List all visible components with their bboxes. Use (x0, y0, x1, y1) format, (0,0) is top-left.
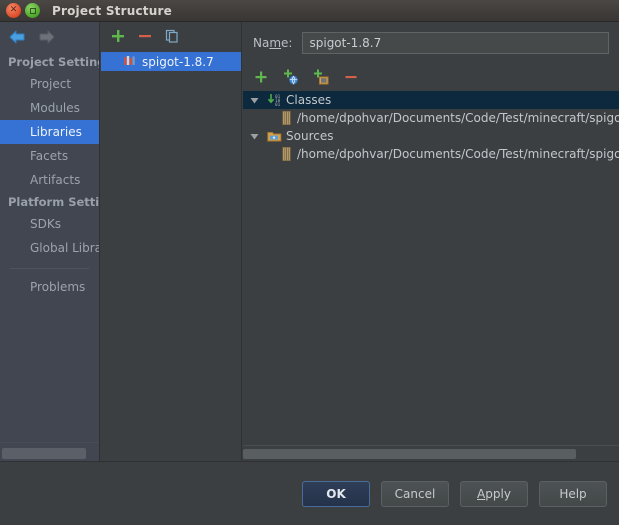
sidebar-section-project-settings: Project Settings Project Modules Librari… (0, 52, 99, 192)
maximize-button[interactable] (25, 3, 40, 18)
settings-sidebar: Project Settings Project Modules Librari… (0, 22, 100, 462)
name-row: Name: (243, 22, 619, 64)
sidebar-section-platform-settings: Platform Settings SDKs Global Libraries (0, 192, 99, 260)
window-controls: ✕ (6, 3, 40, 18)
list-item[interactable]: spigot-1.8.7 (101, 52, 241, 71)
remove-icon (345, 76, 357, 79)
sidebar-section-header-platform: Platform Settings (8, 195, 100, 209)
add-excluded-icon (314, 69, 329, 85)
library-list: spigot-1.8.7 (101, 50, 241, 71)
roots-tree: 01 10 01 Classes /home/dpohvar/Documents… (243, 90, 619, 450)
maximize-icon (29, 7, 36, 14)
tree-leaf-classes-path[interactable]: /home/dpohvar/Documents/Code/Test/minecr… (243, 109, 619, 127)
jar-icon-sources (281, 147, 292, 161)
add-root-button[interactable] (253, 69, 269, 85)
sidebar-item-libraries[interactable]: Libraries (0, 120, 99, 144)
title-bar: ✕ Project Structure (0, 0, 619, 22)
sidebar-divider (10, 268, 89, 269)
remove-library-button[interactable] (137, 28, 153, 44)
tree-node-classes[interactable]: 01 10 01 Classes (243, 91, 619, 109)
add-library-button[interactable] (110, 28, 126, 44)
details-scrollbar-thumb[interactable] (243, 449, 576, 459)
tree-node-sources[interactable]: Sources (243, 127, 619, 145)
copy-library-button[interactable] (164, 28, 180, 44)
add-icon (255, 71, 267, 83)
sources-folder-icon (265, 130, 283, 143)
sidebar-horizontal-scrollbar[interactable] (0, 442, 99, 462)
name-input[interactable] (302, 32, 609, 54)
forward-button[interactable] (36, 28, 58, 46)
plus-icon (112, 30, 124, 42)
expand-collapse-triangle-icon[interactable] (243, 96, 265, 105)
close-icon: ✕ (9, 5, 18, 15)
library-list-panel: spigot-1.8.7 (101, 22, 242, 462)
sidebar-item-problems[interactable]: Problems (0, 275, 99, 299)
back-button[interactable] (6, 28, 28, 46)
apply-button[interactable]: Apply (460, 480, 528, 507)
sidebar-section-header: Project Settings (8, 55, 99, 69)
help-button[interactable]: Help (539, 480, 607, 507)
ok-button[interactable]: OK (302, 480, 370, 507)
project-structure-dialog: ✕ Project Structure Project Settings (0, 0, 619, 525)
library-books-icon (123, 54, 136, 70)
tree-leaf-label-sources: /home/dpohvar/Documents/Code/Test/minecr… (297, 147, 619, 161)
tree-leaf-sources-path[interactable]: /home/dpohvar/Documents/Code/Test/minecr… (243, 145, 619, 163)
copy-icon (165, 29, 178, 43)
name-label: Name: (253, 36, 293, 50)
details-horizontal-scrollbar[interactable] (243, 445, 619, 462)
forward-arrow-icon (39, 30, 55, 44)
dialog-button-bar: OK Cancel Apply Help (0, 462, 619, 525)
close-button[interactable]: ✕ (6, 3, 21, 18)
sidebar-item-modules[interactable]: Modules (0, 96, 99, 120)
remove-root-button[interactable] (343, 69, 359, 85)
sidebar-item-facets[interactable]: Facets (0, 144, 99, 168)
sidebar-item-project[interactable]: Project (0, 72, 99, 96)
tree-node-label-sources: Sources (286, 129, 334, 143)
library-details-panel: Name: spigot-1.8.7 01 10 01 Classes /hom… (243, 22, 619, 462)
tree-leaf-label: /home/dpohvar/Documents/Code/Test/minecr… (297, 111, 619, 125)
add-excluded-root-button[interactable] (313, 69, 329, 85)
window-title: Project Structure (52, 3, 172, 18)
back-arrow-icon (9, 30, 25, 44)
add-url-icon (284, 69, 298, 85)
add-url-button[interactable] (283, 69, 299, 85)
tree-node-label: Classes (286, 93, 332, 107)
minus-icon (139, 35, 151, 38)
navigation-bar (0, 22, 99, 52)
tree-toolbar (243, 64, 619, 90)
sidebar-scrollbar-thumb[interactable] (2, 448, 86, 459)
sidebar-item-sdks[interactable]: SDKs (0, 212, 99, 236)
library-name: spigot-1.8.7 (142, 54, 214, 69)
sidebar-item-artifacts[interactable]: Artifacts (0, 168, 99, 192)
sidebar-item-global-libraries[interactable]: Global Libraries (0, 236, 99, 260)
expand-collapse-triangle-icon-sources[interactable] (243, 132, 265, 141)
jar-icon (281, 111, 292, 125)
svg-text:01: 01 (275, 102, 281, 107)
library-toolbar (101, 22, 241, 50)
cancel-button[interactable]: Cancel (381, 480, 449, 507)
classes-icon: 01 10 01 (265, 93, 283, 107)
